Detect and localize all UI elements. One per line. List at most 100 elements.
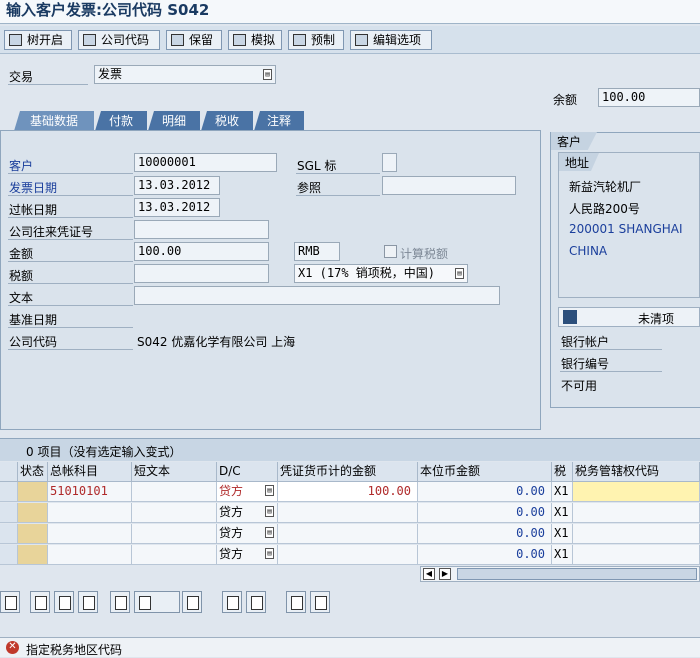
local-amount-cell[interactable]: 0.00	[418, 524, 552, 544]
tab-tax[interactable]: 税收	[201, 111, 253, 131]
local-amount-cell[interactable]: 0.00	[418, 482, 552, 502]
paste-icon[interactable]	[246, 591, 266, 613]
currency-field[interactable]: RMB	[294, 242, 340, 261]
row-selector[interactable]	[0, 482, 18, 502]
previous-page-icon[interactable]	[54, 591, 74, 613]
first-page-icon[interactable]	[30, 591, 50, 613]
dc-cell[interactable]: 贷方 ▤	[217, 503, 278, 523]
horizontal-scrollbar[interactable]: ◀ ▶	[420, 566, 700, 582]
doc-amount-cell[interactable]	[278, 545, 418, 565]
posting-date-field[interactable]: 13.03.2012	[134, 198, 220, 217]
divider	[8, 261, 133, 262]
dc-cell[interactable]: 贷方 ▤	[217, 545, 278, 565]
open-items-button[interactable]: 未清项	[558, 307, 700, 327]
dropdown-icon[interactable]: ▤	[265, 527, 274, 538]
column-header-tax[interactable]: 税	[552, 462, 573, 482]
short-text-cell[interactable]	[132, 482, 217, 502]
tax-amount-field[interactable]	[134, 264, 269, 283]
divider	[8, 217, 133, 218]
scroll-right-icon[interactable]: ▶	[439, 568, 451, 580]
scroll-thumb[interactable]	[457, 568, 697, 580]
dropdown-icon[interactable]: ▤	[263, 69, 272, 80]
reference-field[interactable]	[382, 176, 516, 195]
row-status-cell[interactable]	[18, 524, 48, 544]
short-text-cell[interactable]	[132, 545, 217, 565]
company-code-button[interactable]: 公司代码	[78, 30, 160, 50]
column-header-doc-amount[interactable]: 凭证货币计的金额	[278, 462, 418, 482]
amount-field[interactable]: 100.00	[134, 242, 269, 261]
row-selector[interactable]	[0, 545, 18, 565]
tree-on-button[interactable]: 树开启	[4, 30, 72, 50]
tax-code-cell[interactable]: X1	[552, 482, 573, 502]
append-rows-icon[interactable]	[134, 591, 180, 613]
tax-code-select[interactable]: X1 (17% 销项税，中国) ▤	[294, 264, 468, 283]
gl-account-cell[interactable]: 51010101	[48, 482, 132, 502]
gl-account-cell[interactable]	[48, 524, 132, 544]
select-all-corner[interactable]	[0, 462, 18, 482]
doc-amount-cell[interactable]	[278, 503, 418, 523]
tax-code-cell[interactable]: X1	[552, 503, 573, 523]
copy-icon[interactable]	[222, 591, 242, 613]
text-field[interactable]	[134, 286, 500, 305]
dropdown-icon[interactable]: ▤	[455, 268, 464, 279]
short-text-cell[interactable]	[132, 503, 217, 523]
filter-icon[interactable]	[310, 591, 330, 613]
gl-account-cell[interactable]	[48, 545, 132, 565]
next-page-icon[interactable]	[78, 591, 98, 613]
transaction-select[interactable]: 发票 ▤	[94, 65, 276, 84]
jurisdiction-cell[interactable]	[573, 503, 700, 523]
column-header-status[interactable]: 状态	[18, 462, 48, 482]
delete-row-icon[interactable]	[182, 591, 202, 613]
calculate-tax-checkbox[interactable]	[384, 245, 397, 258]
save-as-completed-button[interactable]: 预制	[288, 30, 344, 50]
jurisdiction-cell[interactable]	[573, 482, 700, 502]
jurisdiction-cell[interactable]	[573, 524, 700, 544]
column-header-gl-account[interactable]: 总帐科目	[48, 462, 132, 482]
baseline-date-label: 基准日期	[9, 313, 58, 327]
jurisdiction-cell[interactable]	[573, 545, 700, 565]
divider	[560, 371, 662, 372]
row-selector[interactable]	[0, 503, 18, 523]
transaction-label: 交易	[9, 70, 34, 84]
column-header-short-text[interactable]: 短文本	[132, 462, 217, 482]
tab-basic-data[interactable]: 基础数据	[14, 111, 94, 131]
tab-payment[interactable]: 付款	[95, 111, 147, 131]
tax-code-cell-text: X1	[554, 505, 569, 519]
tax-code-cell[interactable]: X1	[552, 545, 573, 565]
tab-details[interactable]: 明细	[148, 111, 200, 131]
park-button[interactable]: 保留	[166, 30, 222, 50]
dropdown-icon[interactable]: ▤	[265, 485, 274, 496]
gl-account-cell[interactable]	[48, 503, 132, 523]
scroll-left-icon[interactable]: ◀	[423, 568, 435, 580]
bank-account-label: 银行帐户	[561, 335, 610, 349]
column-header-dc[interactable]: D/C	[217, 462, 278, 482]
column-header-local-amount[interactable]: 本位币金额	[418, 462, 552, 482]
local-amount-cell[interactable]: 0.00	[418, 545, 552, 565]
dc-cell[interactable]: 贷方 ▤	[217, 482, 278, 502]
simulate-button[interactable]: 模拟	[228, 30, 282, 50]
local-amount-cell-text: 0.00	[516, 505, 545, 519]
dropdown-icon[interactable]: ▤	[265, 506, 274, 517]
cross-company-doc-field[interactable]	[134, 220, 269, 239]
tab-notes[interactable]: 注释	[254, 111, 304, 131]
local-amount-cell[interactable]: 0.00	[418, 503, 552, 523]
customer-field[interactable]: 10000001	[134, 153, 277, 172]
row-status-cell[interactable]	[18, 503, 48, 523]
dc-cell[interactable]: 贷方 ▤	[217, 524, 278, 544]
short-text-cell[interactable]	[132, 524, 217, 544]
row-status-cell[interactable]	[18, 482, 48, 502]
row-selector[interactable]	[0, 524, 18, 544]
editing-options-button[interactable]: 编辑选项	[350, 30, 432, 50]
tax-code-cell[interactable]: X1	[552, 524, 573, 544]
row-status-cell[interactable]	[18, 545, 48, 565]
invoice-date-field[interactable]: 13.03.2012	[134, 176, 220, 195]
details-icon[interactable]	[0, 591, 20, 613]
bank-number-label: 银行编号	[561, 357, 610, 371]
print-icon[interactable]	[286, 591, 306, 613]
dropdown-icon[interactable]: ▤	[265, 548, 274, 559]
insert-row-icon[interactable]	[110, 591, 130, 613]
sgl-indicator-field[interactable]	[382, 153, 397, 172]
doc-amount-cell[interactable]	[278, 524, 418, 544]
column-header-jurisdiction[interactable]: 税务管辖权代码	[573, 462, 700, 482]
doc-amount-cell[interactable]: 100.00	[278, 482, 418, 502]
